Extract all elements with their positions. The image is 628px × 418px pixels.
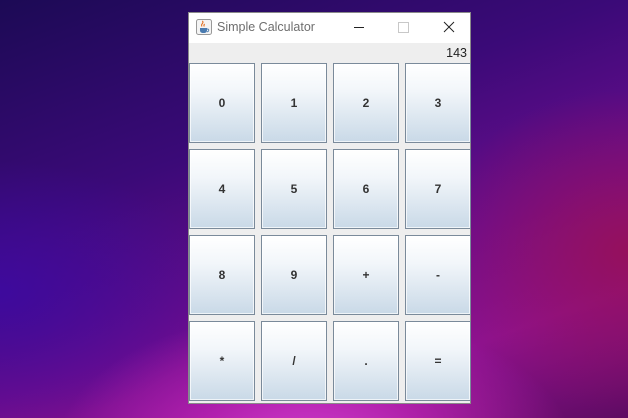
- title-bar[interactable]: Simple Calculator: [189, 13, 470, 43]
- key-divide[interactable]: /: [261, 321, 327, 401]
- display-value: 143: [446, 46, 467, 60]
- key-7[interactable]: 7: [405, 149, 471, 229]
- minimize-button[interactable]: [336, 13, 381, 43]
- key-minus[interactable]: -: [405, 235, 471, 315]
- key-1[interactable]: 1: [261, 63, 327, 143]
- close-icon: [443, 21, 455, 33]
- key-6[interactable]: 6: [333, 149, 399, 229]
- key-3[interactable]: 3: [405, 63, 471, 143]
- key-plus[interactable]: +: [333, 235, 399, 315]
- key-5[interactable]: 5: [261, 149, 327, 229]
- key-0[interactable]: 0: [189, 63, 255, 143]
- key-9[interactable]: 9: [261, 235, 327, 315]
- window-title: Simple Calculator: [217, 20, 315, 34]
- key-4[interactable]: 4: [189, 149, 255, 229]
- calculator-window: Simple Calculator 143 0 1 2 3 4 5 6 7 8 …: [188, 12, 471, 404]
- result-display: 143: [189, 44, 470, 63]
- key-multiply[interactable]: *: [189, 321, 255, 401]
- key-equals[interactable]: =: [405, 321, 471, 401]
- maximize-icon: [398, 22, 409, 33]
- close-button[interactable]: [426, 13, 471, 43]
- key-decimal[interactable]: .: [333, 321, 399, 401]
- key-8[interactable]: 8: [189, 235, 255, 315]
- key-2[interactable]: 2: [333, 63, 399, 143]
- maximize-button[interactable]: [381, 13, 426, 43]
- minimize-icon: [354, 27, 364, 28]
- java-coffee-cup-icon: [196, 19, 212, 35]
